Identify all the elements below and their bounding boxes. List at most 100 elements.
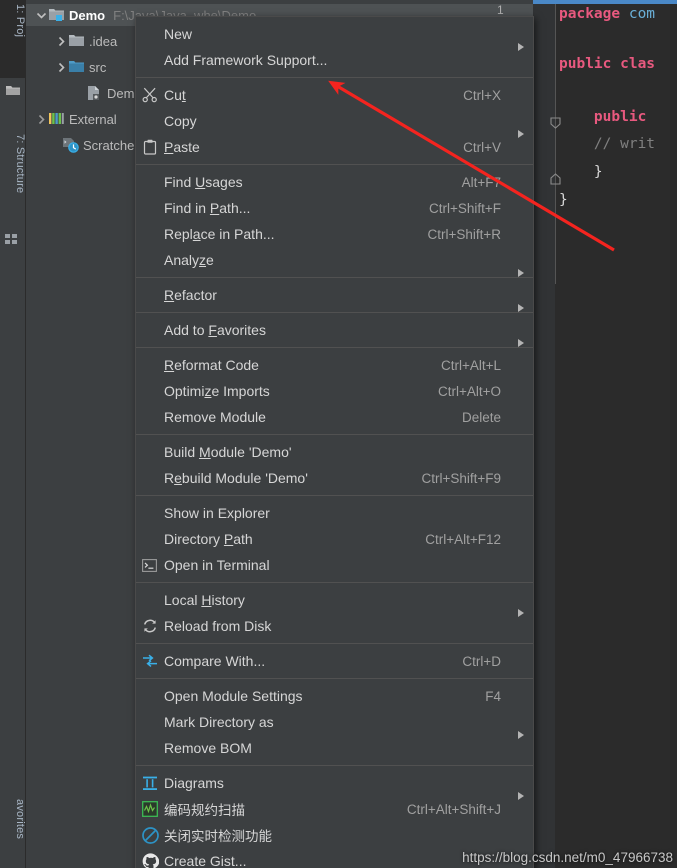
tool-tab-structure[interactable]: 7: Structure (0, 130, 26, 226)
menu-item-disable-realtime-inspection[interactable]: 关闭实时检测功能 (136, 822, 533, 848)
scratches-icon (62, 137, 80, 153)
menu-item-shortcut: Alt+F7 (461, 174, 501, 190)
menu-item-local-history[interactable]: Local History (136, 587, 533, 617)
menu-item-label: Diagrams (164, 775, 224, 791)
no-icon (136, 526, 164, 552)
menu-item-mark-directory-as[interactable]: Mark Directory as (136, 709, 533, 739)
menu-item-label: Create Gist... (164, 853, 247, 868)
menu-separator (136, 765, 533, 766)
menu-item-label: Local History (164, 592, 245, 608)
chevron-right-icon[interactable] (54, 30, 68, 52)
menu-item-label: Paste (164, 139, 200, 155)
menu-item-label: Add Framework Support... (164, 52, 328, 68)
iml-file-icon (86, 85, 104, 101)
no-icon (136, 735, 164, 761)
menu-separator (136, 434, 533, 435)
menu-item-find-in-path[interactable]: Find in Path... Ctrl+Shift+F (136, 195, 533, 221)
menu-item-compare-with[interactable]: Compare With... Ctrl+D (136, 648, 533, 674)
menu-separator (136, 312, 533, 313)
menu-item-label: Refactor (164, 287, 217, 303)
menu-item-cut[interactable]: Cut Ctrl+X (136, 82, 533, 108)
libraries-icon (48, 111, 66, 127)
editor-gutter[interactable] (533, 4, 555, 868)
menu-item-show-in-explorer[interactable]: Show in Explorer (136, 500, 533, 526)
watermark-url: https://blog.csdn.net/m0_47966738 (462, 850, 673, 865)
menu-item-optimize-imports[interactable]: Optimize Imports Ctrl+Alt+O (136, 378, 533, 404)
menu-item-shortcut: F4 (485, 688, 501, 704)
no-icon (136, 709, 164, 735)
no-icon (136, 465, 164, 491)
tool-tab-project[interactable]: 1: Proj (0, 0, 26, 78)
menu-item-shortcut: Ctrl+Alt+O (437, 383, 501, 399)
menu-item-build-module[interactable]: Build Module 'Demo' (136, 439, 533, 465)
menu-item-directory-path[interactable]: Directory Path Ctrl+Alt+F12 (136, 526, 533, 552)
menu-item-label: 编码规约扫描 (164, 803, 245, 819)
menu-item-label: Mark Directory as (164, 714, 274, 730)
menu-item-reload-from-disk[interactable]: Reload from Disk (136, 613, 533, 639)
menu-item-label: Add to Favorites (164, 322, 266, 338)
menu-item-reformat-code[interactable]: Reformat Code Ctrl+Alt+L (136, 352, 533, 378)
menu-item-label: Optimize Imports (164, 383, 270, 399)
terminal-icon (136, 552, 164, 578)
tree-item-label: .idea (89, 33, 118, 49)
menu-item-label: Cut (164, 87, 186, 103)
code-line: // writ (559, 136, 656, 152)
menu-item-add-to-favorites[interactable]: Add to Favorites (136, 317, 533, 347)
menu-separator (136, 678, 533, 679)
tool-tab-favorites[interactable]: avorites (0, 795, 26, 868)
menu-item-shortcut: Ctrl+Shift+F9 (421, 470, 501, 486)
code-line: package com (559, 6, 656, 22)
menu-item-label: Compare With... (164, 653, 266, 669)
menu-item-label: Open Module Settings (164, 688, 303, 704)
menu-item-paste[interactable]: Paste Ctrl+V (136, 134, 533, 160)
diagram-icon (136, 770, 164, 796)
code-scan-icon (136, 796, 164, 822)
menu-item-diagrams[interactable]: Diagrams (136, 770, 533, 800)
code-line: public (559, 109, 647, 125)
menu-item-copy[interactable]: Copy (136, 108, 533, 138)
menu-item-analyze[interactable]: Analyze (136, 247, 533, 277)
menu-item-code-convention-scan[interactable]: 编码规约扫描 Ctrl+Alt+Shift+J (136, 796, 533, 822)
code-line: public clas (559, 56, 656, 72)
menu-separator (136, 495, 533, 496)
chevron-right-icon[interactable] (34, 108, 48, 130)
no-icon (136, 47, 164, 73)
menu-item-new[interactable]: New (136, 21, 533, 51)
menu-item-label: Reformat Code (164, 357, 259, 373)
menu-item-find-usages[interactable]: Find Usages Alt+F7 (136, 169, 533, 195)
no-icon (136, 439, 164, 465)
menu-item-open-in-terminal[interactable]: Open in Terminal (136, 552, 533, 578)
context-menu[interactable]: New Add Framework Support... Cut Ctrl+X (135, 16, 534, 868)
menu-item-label: Analyze (164, 252, 214, 268)
menu-item-rebuild-module[interactable]: Rebuild Module 'Demo' Ctrl+Shift+F9 (136, 465, 533, 491)
menu-item-label: Find in Path... (164, 200, 251, 216)
editor-fold-line (555, 4, 556, 284)
code-line: } (559, 192, 568, 208)
tool-window-strip: 1: Proj 7: Structure avorites (0, 0, 26, 868)
menu-item-label: Copy (164, 113, 197, 129)
refresh-icon (136, 613, 164, 639)
menu-item-remove-bom[interactable]: Remove BOM (136, 735, 533, 761)
menu-item-label: Remove BOM (164, 740, 252, 756)
chevron-down-icon[interactable] (34, 4, 48, 26)
menu-item-shortcut: Ctrl+X (463, 87, 501, 103)
tree-item-label: Scratche (83, 137, 135, 153)
menu-item-shortcut: Delete (461, 409, 501, 425)
scissors-icon (136, 82, 164, 108)
menu-item-remove-module[interactable]: Remove Module Delete (136, 404, 533, 430)
code-editor[interactable]: 1 package com public clas public // writ… (533, 0, 677, 868)
menu-item-add-framework-support[interactable]: Add Framework Support... (136, 47, 533, 73)
tree-item-label: Dem (107, 85, 135, 101)
menu-separator (136, 77, 533, 78)
chevron-right-icon[interactable] (54, 56, 68, 78)
menu-item-shortcut: Ctrl+Alt+F12 (425, 531, 501, 547)
folder-icon (5, 82, 21, 98)
menu-item-open-module-settings[interactable]: Open Module Settings F4 (136, 683, 533, 709)
compare-icon (136, 648, 164, 674)
menu-item-replace-in-path[interactable]: Replace in Path... Ctrl+Shift+R (136, 221, 533, 247)
menu-item-label: Show in Explorer (164, 505, 270, 521)
tree-item-label: Demo (69, 7, 106, 23)
no-icon (136, 404, 164, 430)
menu-item-refactor[interactable]: Refactor (136, 282, 533, 312)
